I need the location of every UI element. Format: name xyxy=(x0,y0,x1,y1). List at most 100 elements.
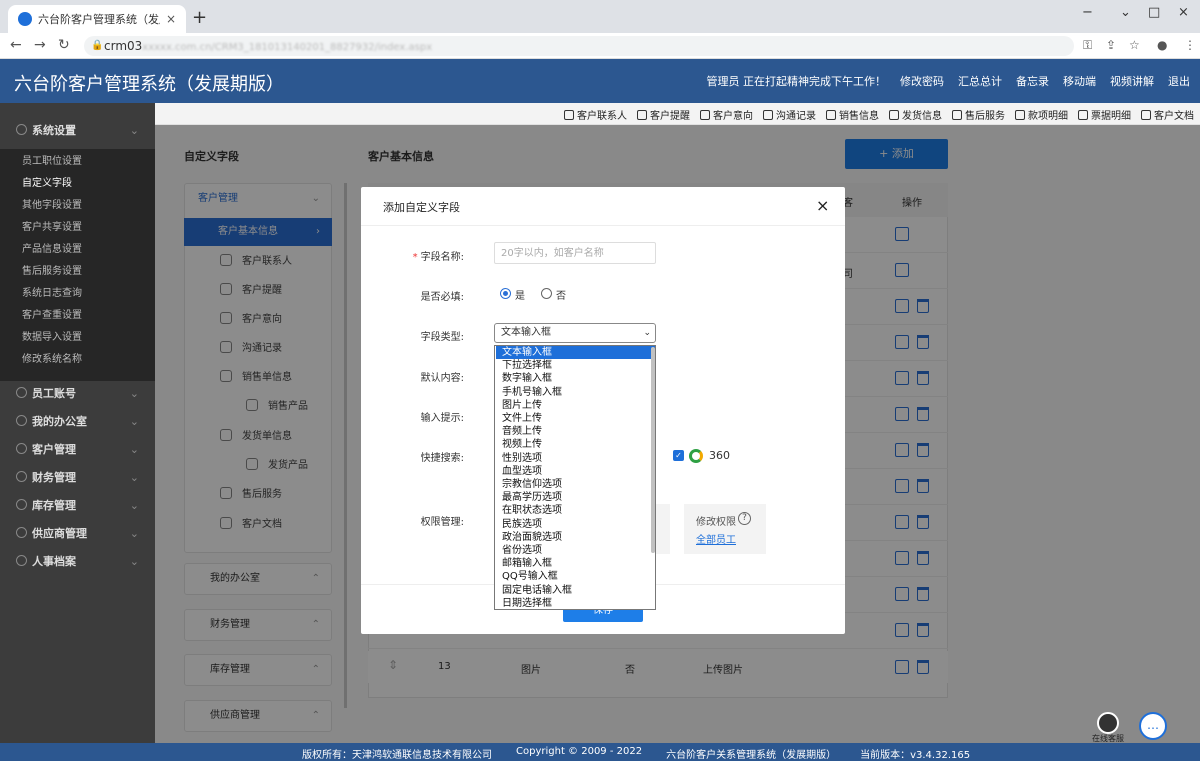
toolbar-item[interactable]: 沟通记录 xyxy=(763,107,816,122)
footer-text: 版权所有：天津鸿软通联信息技术有限公司 Copyright © 2009 - 2… xyxy=(302,746,970,761)
field-name-input[interactable] xyxy=(494,242,656,264)
menu-icon[interactable]: ⋮ xyxy=(1184,38,1196,52)
header-link-memo[interactable]: 备忘录 xyxy=(1016,73,1049,89)
sidebar-group[interactable]: 我的办公室 ⌄ xyxy=(0,408,155,436)
dialog-title: 添加自定义字段 xyxy=(383,201,460,214)
sidebar-item[interactable]: 自定义字段 xyxy=(0,173,155,195)
profile-icon[interactable]: ● xyxy=(1157,38,1167,52)
field-type-dropdown: 文本输入框 下拉选择框 数字输入框 手机号输入框 图片上传 文件上传 音频上传 … xyxy=(494,345,656,610)
dropdown-option[interactable]: QQ号输入框 xyxy=(496,570,655,583)
sidebar-item[interactable]: 产品信息设置 xyxy=(0,239,155,261)
payment-icon xyxy=(1015,110,1025,120)
new-tab-button[interactable]: + xyxy=(192,7,207,28)
toolbar-item[interactable]: 客户联系人 xyxy=(564,107,627,122)
required-mark: * xyxy=(412,252,418,263)
toolbar-item[interactable]: 票据明细 xyxy=(1078,107,1131,122)
dropdown-option[interactable]: 文件上传 xyxy=(496,412,655,425)
sidebar-group[interactable]: 员工账号 ⌄ xyxy=(0,380,155,408)
chevron-down-icon: ⌄ xyxy=(129,443,139,456)
required-no-radio[interactable] xyxy=(541,288,552,299)
sidebar-item[interactable]: 客户查重设置 xyxy=(0,305,155,327)
toolbar-item[interactable]: 款项明细 xyxy=(1015,107,1068,122)
permission-label: 权限管理: xyxy=(420,517,464,528)
sidebar-group[interactable]: 供应商管理 ⌄ xyxy=(0,520,155,548)
toolbar-item[interactable]: 客户提醒 xyxy=(637,107,690,122)
maximize-icon[interactable]: □ xyxy=(1148,5,1160,20)
app-title: 六台阶客户管理系统（发展期版） xyxy=(14,74,284,95)
key-icon[interactable]: ⚿ xyxy=(1083,38,1092,53)
sidebar-group[interactable]: 客户管理 ⌄ xyxy=(0,436,155,464)
dropdown-option[interactable]: 最高学历选项 xyxy=(496,491,655,504)
toolbar-label: 客户文档 xyxy=(1154,111,1194,122)
chevron-down-icon: ⌄ xyxy=(129,471,139,484)
dropdown-scrollbar[interactable] xyxy=(651,347,655,553)
sidebar-group-settings[interactable]: 系统设置 ⌄ xyxy=(0,117,155,145)
quick-toolbar-items: 客户联系人 客户提醒 客户意向 沟通记录 销售信息 发货信息 售后服务 款项明细… xyxy=(564,107,1194,122)
share-icon[interactable]: ⇪ xyxy=(1106,38,1116,52)
dropdown-option[interactable]: 固定电话输入框 xyxy=(496,584,655,597)
toolbar-label: 客户意向 xyxy=(713,111,753,122)
sidebar-group[interactable]: 财务管理 ⌄ xyxy=(0,464,155,492)
dropdown-option[interactable]: 省份选项 xyxy=(496,544,655,557)
hr-icon xyxy=(16,555,27,566)
sidebar-item[interactable]: 客户共享设置 xyxy=(0,217,155,239)
sidebar-item[interactable]: 数据导入设置 xyxy=(0,327,155,349)
toolbar-item[interactable]: 客户意向 xyxy=(700,107,753,122)
dropdown-option[interactable]: 政治面貌选项 xyxy=(496,531,655,544)
dropdown-option[interactable]: 文本输入框 xyxy=(496,346,655,360)
field-type-select[interactable]: 文本输入框 ⌄ xyxy=(494,323,656,343)
header-link-mobile[interactable]: 移动端 xyxy=(1063,73,1096,89)
sidebar-item[interactable]: 其他字段设置 xyxy=(0,195,155,217)
minimize-icon[interactable]: − xyxy=(1082,5,1093,20)
help-icon[interactable]: ? xyxy=(738,512,751,525)
sidebar-item[interactable]: 系统日志查询 xyxy=(0,283,155,305)
browser-tab[interactable]: 六台阶客户管理系统（发展期版） × xyxy=(8,5,186,33)
reload-icon[interactable]: ↻ xyxy=(58,37,70,53)
toolbar-item[interactable]: 销售信息 xyxy=(826,107,879,122)
header-link-video[interactable]: 视频讲解 xyxy=(1110,73,1154,89)
dropdown-option[interactable]: 邮箱输入框 xyxy=(496,557,655,570)
dropdown-option[interactable]: 图片上传 xyxy=(496,399,655,412)
chat-bubble-icon[interactable]: … xyxy=(1139,712,1167,740)
dialog-divider xyxy=(361,225,845,226)
dropdown-option[interactable]: 视频上传 xyxy=(496,438,655,451)
sidebar-group-label: 我的办公室 xyxy=(32,415,87,428)
dropdown-option[interactable]: 日期选择框 xyxy=(496,597,655,609)
header-link-summary[interactable]: 汇总总计 xyxy=(958,73,1002,89)
customer-service-label[interactable]: 在线客服 xyxy=(1092,733,1124,744)
dropdown-option[interactable]: 在职状态选项 xyxy=(496,504,655,517)
chevron-down-icon: ⌄ xyxy=(129,387,139,400)
header-link-password[interactable]: 修改密码 xyxy=(900,73,944,89)
sidebar-item[interactable]: 售后服务设置 xyxy=(0,261,155,283)
dialog-close-icon[interactable]: × xyxy=(816,196,829,215)
sidebar-item[interactable]: 修改系统名称 xyxy=(0,349,155,371)
dropdown-option[interactable]: 民族选项 xyxy=(496,518,655,531)
dropdown-option[interactable]: 音频上传 xyxy=(496,425,655,438)
tab-close-icon[interactable]: × xyxy=(166,12,176,26)
toolbar-item[interactable]: 发货信息 xyxy=(889,107,942,122)
sidebar-group[interactable]: 人事档案 ⌄ xyxy=(0,548,155,576)
toolbar-item[interactable]: 客户文档 xyxy=(1141,107,1194,122)
sidebar-item[interactable]: 员工职位设置 xyxy=(0,151,155,173)
back-icon[interactable]: ← xyxy=(10,37,22,53)
all-staff-link[interactable]: 全部员工 xyxy=(696,531,736,546)
dropdown-option[interactable]: 宗教信仰选项 xyxy=(496,478,655,491)
window-close-icon[interactable]: × xyxy=(1178,5,1189,20)
dropdown-option[interactable]: 手机号输入框 xyxy=(496,386,655,399)
forward-icon[interactable]: → xyxy=(34,37,46,53)
customer-service-icon[interactable] xyxy=(1097,712,1119,734)
header-link-logout[interactable]: 退出 xyxy=(1168,73,1190,89)
url-field[interactable]: 🔒 crm03xxxxx.com.cn/CRM3_181013140201_88… xyxy=(84,36,1074,56)
required-yes-radio[interactable] xyxy=(500,288,511,299)
inventory-icon xyxy=(16,499,27,510)
star-icon[interactable]: ☆ xyxy=(1129,38,1140,52)
dropdown-option[interactable]: 下拉选择框 xyxy=(496,359,655,372)
permission-box-edit xyxy=(684,504,766,554)
search-360-checkbox[interactable]: ✓ xyxy=(673,450,684,461)
chevron-down-icon[interactable]: ⌄ xyxy=(1120,5,1131,20)
dropdown-option[interactable]: 性别选项 xyxy=(496,452,655,465)
dropdown-option[interactable]: 数字输入框 xyxy=(496,372,655,385)
toolbar-item[interactable]: 售后服务 xyxy=(952,107,1005,122)
sidebar-group[interactable]: 库存管理 ⌄ xyxy=(0,492,155,520)
dropdown-option[interactable]: 血型选项 xyxy=(496,465,655,478)
